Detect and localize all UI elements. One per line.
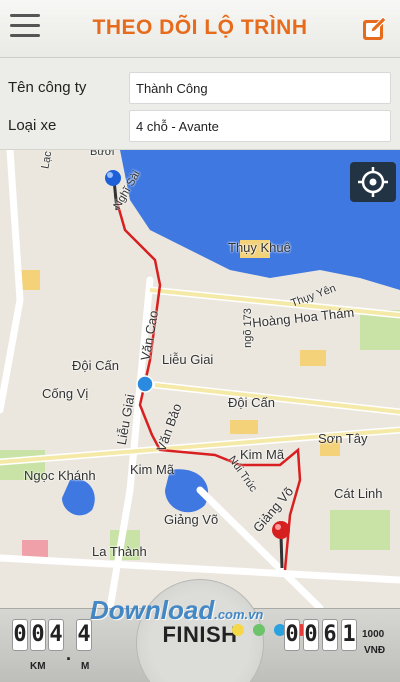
km-digit: 4: [48, 619, 64, 651]
map-label: Sơn Tây: [318, 431, 368, 446]
watermark-suffix: .com.vn: [214, 607, 264, 622]
map-label: Kim Mã: [130, 462, 175, 477]
fare-digit: 0: [303, 619, 319, 651]
building-block: [20, 270, 40, 290]
fare-digit: 6: [322, 619, 338, 651]
crosshair-locate-icon: [358, 167, 388, 197]
watermark-text: Download: [90, 595, 215, 625]
status-dot: [253, 624, 265, 636]
map-label: ngõ 173: [241, 308, 254, 348]
app-header: THEO DÕI LỘ TRÌNH: [0, 0, 400, 58]
map-label: Giảng Võ: [164, 512, 219, 527]
park-area: [330, 510, 390, 550]
building-block: [300, 350, 326, 366]
map-label: Đội Cấn: [228, 395, 275, 410]
map-view[interactable]: Thụy Khuê Hoàng Hoa Thám Thụy Yên Đội Cấ…: [0, 150, 400, 608]
hamburger-menu-icon[interactable]: [10, 14, 40, 40]
building-block: [230, 420, 258, 434]
fare-unit-bottom: VNĐ: [364, 645, 386, 656]
vehicle-row: Loại xe 4 chỗ - Avante: [0, 108, 400, 148]
map-label: Cát Linh: [334, 486, 383, 501]
status-dot: [232, 624, 244, 636]
map-label: Bưởi: [90, 150, 115, 158]
vehicle-label: Loại xe: [8, 117, 57, 134]
company-row: Tên công ty Thành Công: [0, 70, 400, 110]
trip-info-form: Tên công ty Thành Công Loại xe 4 chỗ - A…: [0, 58, 400, 150]
m-digit: 4: [76, 619, 92, 651]
m-unit: M: [81, 661, 90, 672]
locate-button[interactable]: [350, 162, 396, 202]
map-canvas: [0, 150, 400, 608]
company-label: Tên công ty: [8, 79, 87, 96]
ngoc-khanh-lake: [62, 479, 95, 516]
map-label: Cống Vị: [42, 386, 89, 401]
fare-digit: 0: [284, 619, 300, 651]
km-digit: 0: [12, 619, 28, 651]
blue-dot-icon: [136, 375, 154, 393]
decimal-point: .: [66, 644, 72, 664]
km-unit: KM: [30, 661, 46, 672]
map-label: Đội Cấn: [72, 358, 119, 373]
map-label: Thụy Khuê: [228, 240, 291, 255]
page-title: THEO DÕI LỘ TRÌNH: [92, 16, 308, 39]
map-label: Liễu Giai: [162, 352, 214, 367]
map-label: Kim Mã: [240, 447, 285, 462]
fare-digit: 1: [341, 619, 357, 651]
vehicle-input[interactable]: 4 chỗ - Avante: [129, 110, 391, 142]
watermark-logo: Download.com.vn: [90, 595, 263, 626]
edit-icon[interactable]: [362, 15, 388, 41]
km-digit: 0: [30, 619, 46, 651]
map-label: La Thành: [92, 544, 147, 559]
company-input[interactable]: Thành Công: [129, 72, 391, 104]
trip-meter-bar: FINISH Download.com.vn 0 0 4 . 4 KM M 0 …: [0, 579, 400, 682]
map-label: Ngọc Khánh: [24, 468, 96, 483]
fare-unit-top: 1000: [362, 629, 385, 640]
